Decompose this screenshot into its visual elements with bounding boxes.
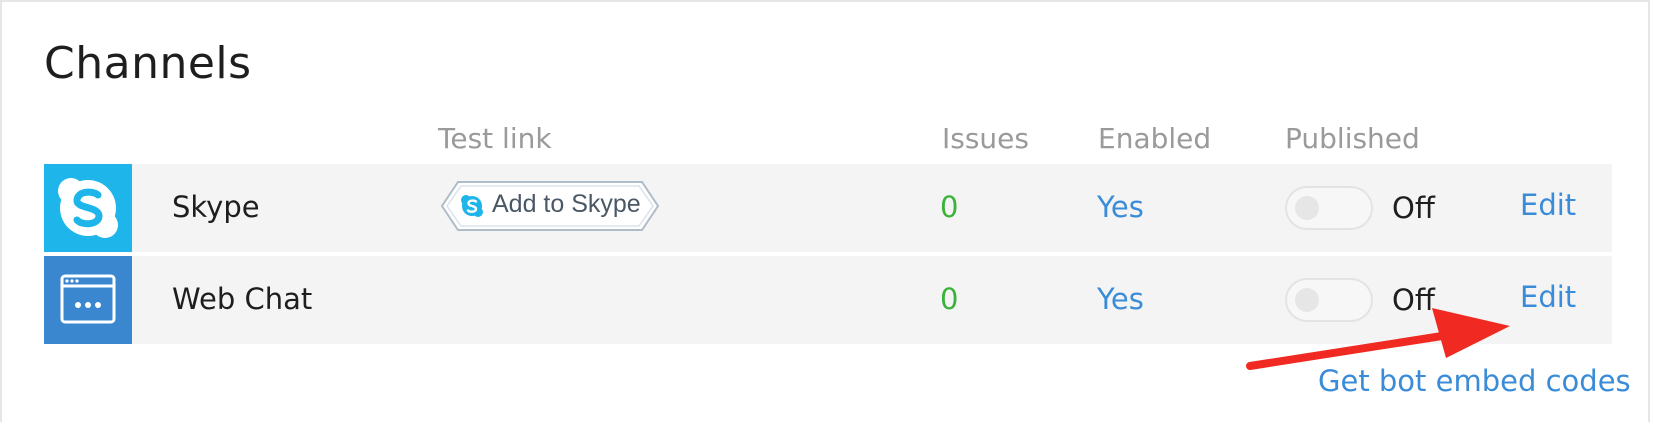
edit-link[interactable]: Edit — [1520, 280, 1576, 314]
issues-count: 0 — [940, 190, 959, 224]
channel-name: Web Chat — [172, 282, 313, 316]
add-to-skype-button[interactable]: Add to Skype — [438, 180, 662, 232]
enabled-status: Yes — [1097, 282, 1144, 316]
skype-small-icon — [461, 195, 483, 217]
web-chat-icon — [44, 256, 132, 344]
channels-panel: Channels Test link Issues Enabled Publis… — [0, 0, 1650, 422]
published-toggle[interactable] — [1285, 186, 1373, 230]
page-title: Channels — [44, 38, 252, 89]
column-header-enabled: Enabled — [1098, 122, 1212, 155]
skype-icon — [44, 164, 132, 252]
column-header-published: Published — [1285, 122, 1420, 155]
column-header-issues: Issues — [942, 122, 1029, 155]
channel-row-skype: Skype Add to Skype 0 Yes Off Edit — [44, 164, 1612, 252]
edit-link[interactable]: Edit — [1520, 188, 1576, 222]
issues-count: 0 — [940, 282, 959, 316]
channel-name: Skype — [172, 190, 260, 224]
published-status: Off — [1392, 191, 1435, 225]
get-bot-embed-codes-link[interactable]: Get bot embed codes — [1318, 364, 1631, 398]
toggle-knob — [1295, 196, 1319, 220]
column-header-test-link: Test link — [438, 122, 552, 155]
add-to-skype-label: Add to Skype — [492, 190, 641, 218]
enabled-status: Yes — [1097, 190, 1144, 224]
